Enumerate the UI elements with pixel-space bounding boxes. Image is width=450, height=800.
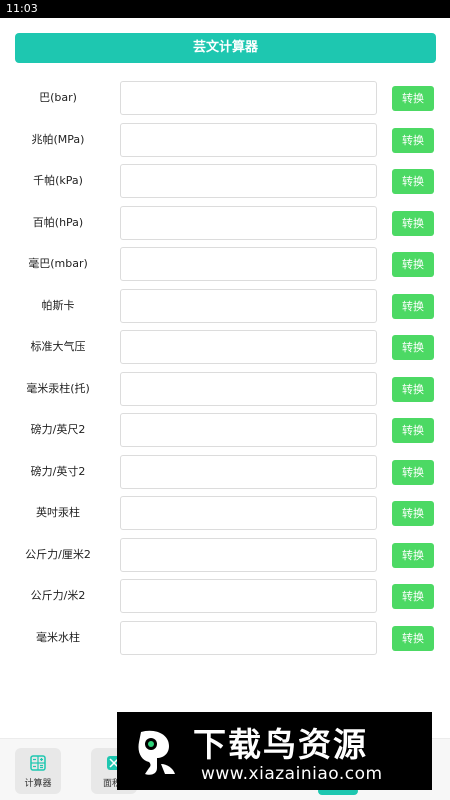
convert-button[interactable]: 转换 bbox=[392, 625, 434, 651]
unit-row: 公斤力/厘米2 转换 bbox=[0, 537, 450, 580]
unit-input[interactable] bbox=[120, 205, 377, 240]
convert-button[interactable]: 转换 bbox=[392, 584, 434, 609]
convert-button[interactable]: 转换 bbox=[392, 252, 434, 277]
unit-label: 百帕(hPa) bbox=[32, 215, 84, 229]
unit-row: 毫巴(mbar) 转换 bbox=[0, 247, 450, 289]
unit-label: 千帕(kPa) bbox=[33, 174, 83, 187]
unit-label: 磅力/英尺2 bbox=[30, 423, 86, 436]
unit-label: 巴(bar) bbox=[39, 91, 77, 104]
app-title-bar: 芸文计算器 bbox=[15, 33, 436, 63]
convert-button[interactable]: 转换 bbox=[392, 335, 434, 360]
convert-button[interactable]: 转换 bbox=[392, 542, 434, 568]
unit-label: 公斤力/厘米2 bbox=[25, 547, 91, 561]
unit-label: 标准大气压 bbox=[30, 340, 86, 353]
unit-label: 公斤力/米2 bbox=[30, 589, 86, 602]
unit-row: 帕斯卡 转换 bbox=[0, 288, 450, 331]
nav-item-calculator[interactable]: 计算器 bbox=[15, 748, 61, 794]
convert-button[interactable]: 转换 bbox=[392, 86, 434, 111]
watermark-title: 下载鸟资源 bbox=[193, 725, 368, 764]
watermark-url: www.xiazainiao.com bbox=[201, 764, 383, 784]
unit-input[interactable] bbox=[120, 537, 377, 572]
unit-input[interactable] bbox=[120, 620, 377, 655]
status-bar: 11:03 bbox=[0, 0, 450, 18]
unit-row: 兆帕(MPa) 转换 bbox=[0, 122, 450, 165]
calculator-icon bbox=[30, 755, 46, 771]
unit-row: 磅力/英寸2 转换 bbox=[0, 454, 450, 497]
unit-label: 兆帕(MPa) bbox=[31, 132, 85, 146]
unit-list: 巴(bar) 转换 兆帕(MPa) 转换 千帕(kPa) 转换 百帕(hPa) … bbox=[0, 81, 450, 662]
unit-input[interactable] bbox=[120, 371, 377, 406]
convert-button[interactable]: 转换 bbox=[392, 127, 434, 153]
unit-row: 磅力/英尺2 转换 bbox=[0, 413, 450, 455]
unit-input[interactable] bbox=[120, 164, 377, 198]
nav-label-calculator: 计算器 bbox=[24, 779, 52, 789]
app-title: 芸文计算器 bbox=[192, 40, 258, 55]
unit-row: 巴(bar) 转换 bbox=[0, 81, 450, 123]
convert-button[interactable]: 转换 bbox=[392, 210, 434, 236]
unit-input[interactable] bbox=[120, 496, 377, 530]
convert-button[interactable]: 转换 bbox=[392, 418, 434, 443]
convert-button[interactable]: 转换 bbox=[392, 293, 434, 319]
unit-input[interactable] bbox=[120, 247, 377, 281]
convert-button[interactable]: 转换 bbox=[392, 376, 434, 402]
convert-button[interactable]: 转换 bbox=[392, 169, 434, 194]
unit-label: 毫米水柱 bbox=[36, 630, 80, 644]
unit-row: 英吋汞柱 转换 bbox=[0, 496, 450, 538]
unit-row: 公斤力/米2 转换 bbox=[0, 579, 450, 621]
unit-label: 英吋汞柱 bbox=[36, 506, 80, 519]
unit-input[interactable] bbox=[120, 81, 377, 115]
status-time: 11:03 bbox=[6, 2, 38, 15]
unit-input[interactable] bbox=[120, 288, 377, 323]
unit-input[interactable] bbox=[120, 579, 377, 613]
unit-input[interactable] bbox=[120, 454, 377, 489]
unit-row: 毫米水柱 转换 bbox=[0, 620, 450, 663]
unit-label: 毫巴(mbar) bbox=[28, 257, 88, 270]
unit-label: 毫米汞柱(托) bbox=[26, 381, 90, 395]
convert-button[interactable]: 转换 bbox=[392, 501, 434, 526]
unit-row: 标准大气压 转换 bbox=[0, 330, 450, 372]
convert-button[interactable]: 转换 bbox=[392, 459, 434, 485]
unit-input[interactable] bbox=[120, 413, 377, 447]
unit-row: 毫米汞柱(托) 转换 bbox=[0, 371, 450, 414]
unit-input[interactable] bbox=[120, 330, 377, 364]
unit-row: 百帕(hPa) 转换 bbox=[0, 205, 450, 248]
unit-row: 千帕(kPa) 转换 bbox=[0, 164, 450, 206]
bird-logo-icon bbox=[138, 730, 175, 775]
watermark-banner: 下载鸟资源 www.xiazainiao.com bbox=[117, 712, 432, 790]
unit-input[interactable] bbox=[120, 122, 377, 157]
unit-label: 磅力/英寸2 bbox=[30, 464, 86, 478]
unit-label: 帕斯卡 bbox=[41, 298, 75, 312]
